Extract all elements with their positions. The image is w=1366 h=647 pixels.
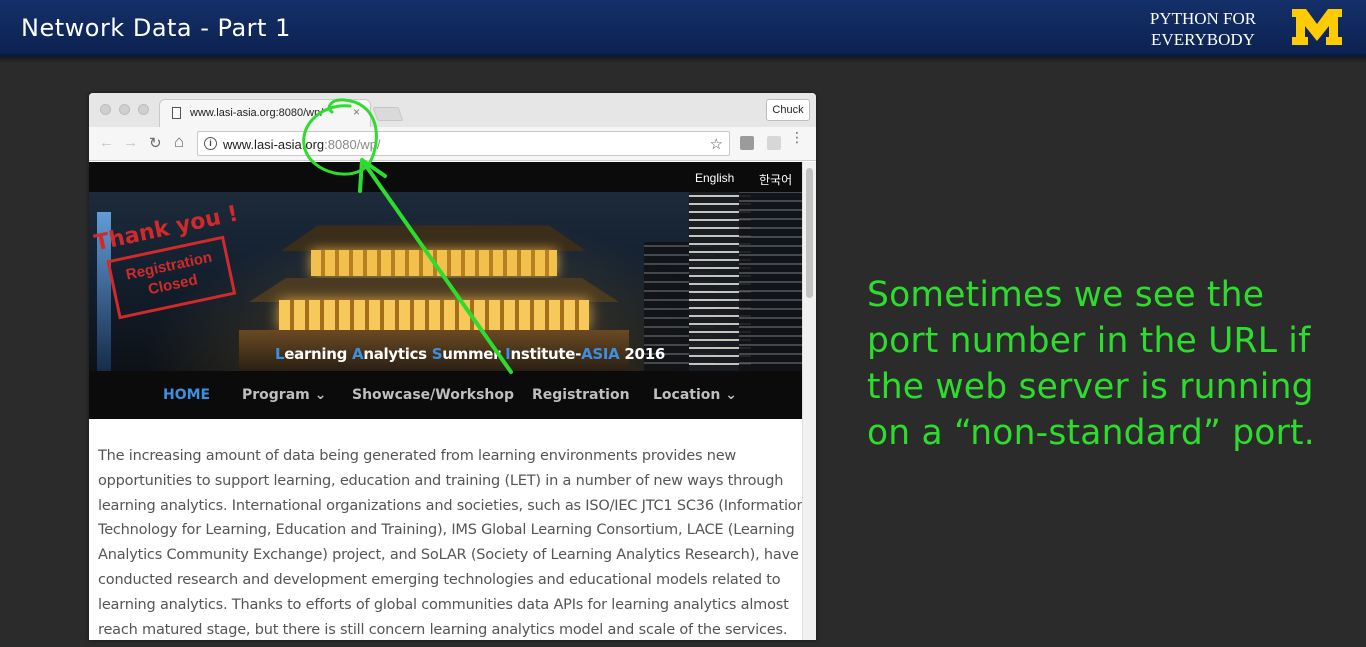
caption-part: L — [275, 345, 285, 363]
browser-tab[interactable]: www.lasi-asia.org:8080/wp/ × — [159, 99, 371, 127]
lang-english-link[interactable]: English — [695, 171, 734, 185]
caption-part: earning — [284, 345, 353, 363]
hero-caption: Learning Analytics Summer Institute-ASIA… — [275, 345, 665, 363]
university-m-logo — [1292, 9, 1342, 45]
palace-floor — [311, 250, 557, 276]
paragraph-line: learning analytics. International organi… — [98, 497, 802, 514]
tab-title: www.lasi-asia.org:8080/wp/ — [190, 107, 324, 119]
slide-note: Sometimes we see the port number in the … — [867, 272, 1337, 456]
caption-part: nalytics — [363, 345, 432, 363]
home-icon[interactable]: ⌂ — [174, 132, 184, 152]
paragraph-line: conducted research and development emerg… — [98, 571, 781, 588]
language-bar: English 한국어 — [89, 162, 802, 192]
nav-registration[interactable]: Registration — [532, 387, 630, 403]
url-port-path: :8080/wp/ — [324, 137, 381, 152]
nav-program[interactable]: Program ⌄ — [242, 387, 326, 403]
bookmark-star-icon[interactable]: ☆ — [710, 135, 723, 153]
caption-part: A — [352, 345, 364, 363]
note-line: Sometimes we see the — [867, 275, 1265, 315]
url-host: www.lasi-asia.org — [223, 137, 325, 152]
browser-menu-icon[interactable]: ⋮ — [790, 130, 804, 144]
forward-icon[interactable]: → — [123, 134, 138, 151]
note-line: on a “non-standard” port. — [867, 413, 1315, 453]
nav-home[interactable]: HOME — [163, 387, 210, 403]
slide-title: Network Data - Part 1 — [21, 14, 291, 42]
slide-title-bar: Network Data - Part 1 PYTHON FOR EVERYBO… — [0, 0, 1366, 57]
palace-floor — [279, 300, 589, 330]
caption-part: S — [431, 345, 443, 363]
new-tab-button[interactable] — [372, 107, 404, 121]
paragraph-line: opportunities to support learning, educa… — [98, 472, 784, 489]
caption-part: nstitute- — [510, 345, 582, 363]
intro-paragraph: The increasing amount of data being gene… — [98, 444, 802, 640]
tab-close-icon[interactable]: × — [353, 105, 360, 119]
page-scrollbar[interactable] — [802, 162, 816, 640]
paragraph-line: The increasing amount of data being gene… — [98, 448, 737, 464]
url-text[interactable]: www.lasi-asia.org:8080/wp/ — [223, 137, 381, 152]
note-line: port number in the URL if — [867, 321, 1311, 361]
nav-location[interactable]: Location ⌄ — [653, 387, 737, 403]
paragraph-line: learning analytics. Thanks to efforts of… — [98, 596, 789, 613]
paragraph-line: Analytics Community Exchange) project, a… — [98, 547, 799, 564]
extension-icon[interactable] — [740, 136, 754, 150]
profile-button[interactable]: Chuck — [766, 99, 810, 121]
paragraph-line: Technology for Learning, Education and T… — [98, 522, 795, 539]
info-icon[interactable]: i — [204, 137, 217, 150]
lang-korean-link[interactable]: 한국어 — [759, 171, 792, 188]
caption-part: ASIA — [581, 345, 620, 363]
hero-banner: Thank you ! Registration Closed Learning… — [89, 192, 802, 371]
course-brand: PYTHON FOR EVERYBODY — [1138, 8, 1268, 50]
paragraph-line: reach matured stage, but there is still … — [98, 621, 788, 638]
nav-showcase-workshop[interactable]: Showcase/Workshop — [352, 387, 514, 403]
browser-toolbar: ← → ↻ ⌂ i www.lasi-asia.org:8080/wp/ ☆ ⋮ — [89, 127, 816, 161]
page-icon — [172, 107, 181, 119]
caption-part: 2016 — [619, 345, 665, 363]
maximize-window-button[interactable] — [138, 104, 149, 115]
back-icon[interactable]: ← — [99, 134, 114, 151]
browser-window: www.lasi-asia.org:8080/wp/ × Chuck ← → ↻… — [89, 93, 816, 640]
reload-icon[interactable]: ↻ — [149, 134, 162, 152]
scrollbar-thumb[interactable] — [806, 168, 813, 298]
extension-icon-2[interactable] — [767, 136, 781, 150]
title-bar-shadow — [0, 57, 1366, 63]
page-viewport: English 한국어 Thank you ! Registration Clo… — [89, 162, 802, 640]
tab-strip: www.lasi-asia.org:8080/wp/ × Chuck — [89, 93, 816, 127]
caption-part: ummer — [442, 345, 506, 363]
building — [739, 192, 802, 371]
brand-line-1: PYTHON FOR — [1149, 9, 1257, 28]
minimize-window-button[interactable] — [119, 104, 130, 115]
note-line: the web server is running — [867, 367, 1314, 407]
brand-line-2: EVERYBODY — [1151, 30, 1255, 49]
site-navbar: HOME Program ⌄ Showcase/Workshop Registr… — [89, 371, 802, 419]
address-bar[interactable]: i www.lasi-asia.org:8080/wp/ ☆ — [197, 131, 730, 156]
close-window-button[interactable] — [100, 104, 111, 115]
